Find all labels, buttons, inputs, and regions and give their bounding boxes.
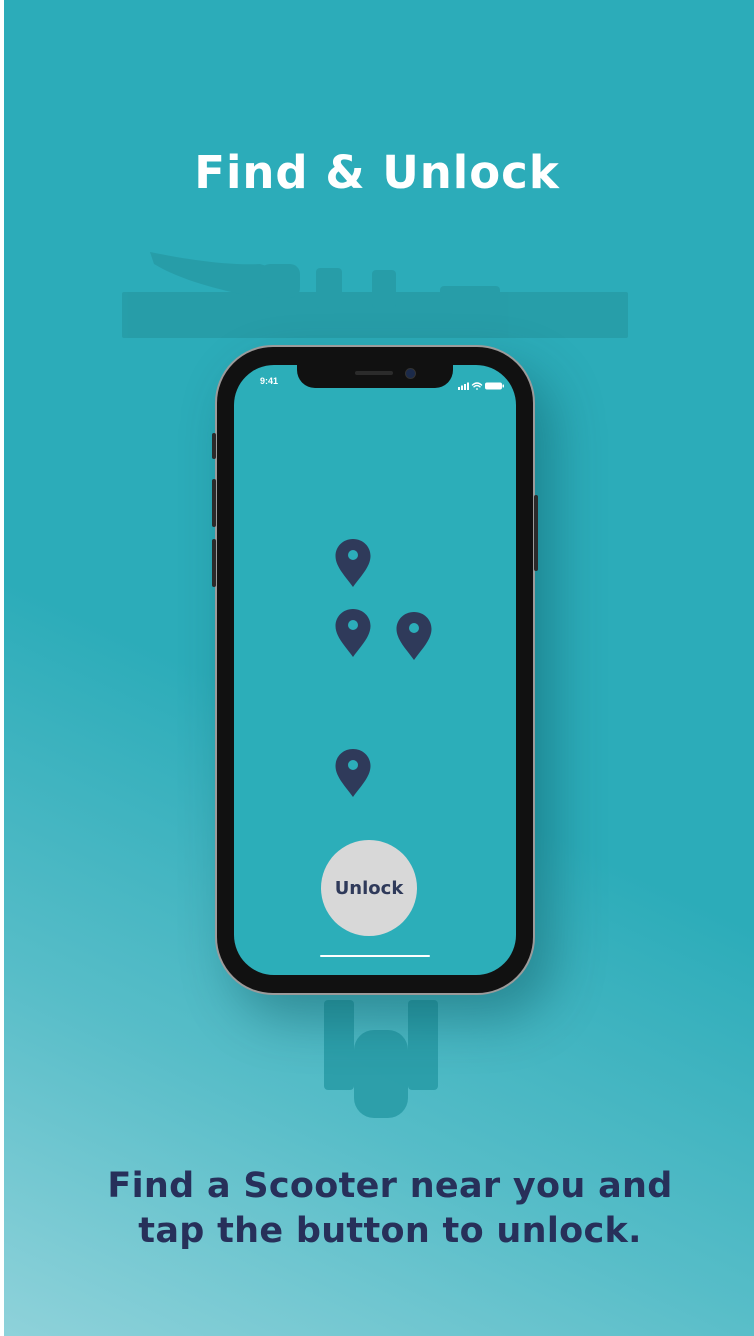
battery-icon xyxy=(485,382,504,390)
phone-volume-up xyxy=(212,479,216,527)
phone-screen: 9:41 Unlock xyxy=(234,365,516,975)
signal-icon xyxy=(458,382,469,390)
phone-power-button xyxy=(534,495,538,571)
map-pin-icon[interactable] xyxy=(334,748,372,798)
front-camera xyxy=(405,368,416,379)
map-pin-icon[interactable] xyxy=(334,608,372,658)
status-time: 9:41 xyxy=(260,376,279,386)
onboarding-screen: Find & Unlock 9:41 Unlock Find a Scooter… xyxy=(0,0,754,1336)
phone-mockup: 9:41 Unlock xyxy=(212,345,538,995)
caption-line-1: Find a Scooter near you and xyxy=(107,1166,673,1206)
caption-line-2: tap the button to unlock. xyxy=(138,1211,642,1251)
wifi-icon xyxy=(471,382,483,390)
onboarding-caption: Find a Scooter near you and tap the butt… xyxy=(0,1164,754,1254)
page-title: Find & Unlock xyxy=(194,146,560,199)
map-pin-icon[interactable] xyxy=(334,538,372,588)
phone-silent-switch xyxy=(212,433,216,459)
speaker-grille xyxy=(355,371,393,375)
phone-volume-down xyxy=(212,539,216,587)
phone-notch xyxy=(297,365,453,388)
home-indicator[interactable] xyxy=(320,955,430,957)
status-icons xyxy=(458,376,506,395)
unlock-button[interactable]: Unlock xyxy=(321,840,417,936)
map-pin-icon[interactable] xyxy=(395,611,433,661)
